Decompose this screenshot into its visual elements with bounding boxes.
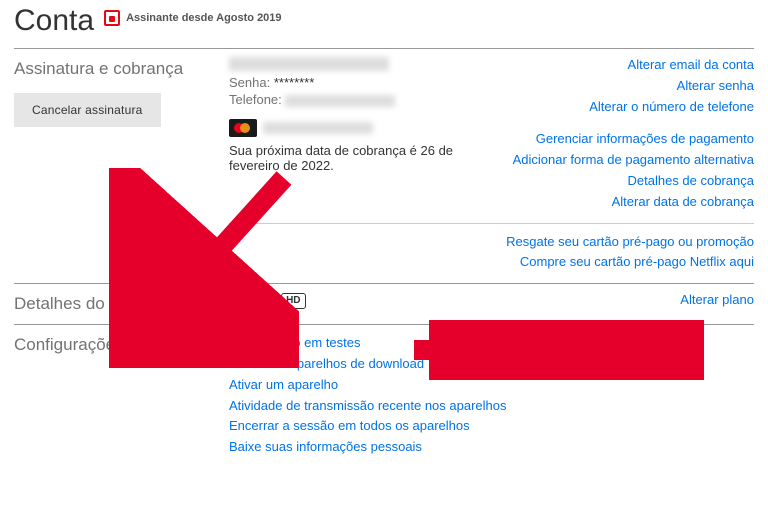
member-since-text: Assinante desde Agosto 2019 — [126, 12, 281, 24]
section-label-settings: Configurações — [14, 331, 229, 355]
link-sign-out-all[interactable]: Encerrar a sessão em todos os aparelhos — [229, 416, 746, 437]
next-billing-text: Sua próxima data de cobrança é 26 de fev… — [229, 143, 505, 173]
sub-divider — [229, 223, 754, 224]
link-recent-streaming[interactable]: Atividade de transmissão recente nos apa… — [229, 396, 746, 417]
link-manage-download-devices[interactable]: Gerenciar aparelhos de download — [229, 354, 746, 375]
link-change-password[interactable]: Alterar senha — [513, 76, 754, 97]
section-settings: Configurações Participação em testes Ger… — [14, 331, 754, 458]
divider — [14, 324, 754, 325]
email-value-redacted — [229, 57, 389, 71]
link-billing-details[interactable]: Detalhes de cobrança — [513, 171, 754, 192]
mastercard-icon — [229, 119, 257, 137]
section-membership: Assinatura e cobrança Cancelar assinatur… — [14, 55, 754, 213]
link-download-info[interactable]: Baixe suas informações pessoais — [229, 437, 746, 458]
settings-links: Participação em testes Gerenciar aparelh… — [229, 331, 746, 458]
member-since-badge: Assinante desde Agosto 2019 — [104, 10, 281, 26]
password-value: ******** — [274, 75, 314, 90]
account-page: Conta Assinante desde Agosto 2019 Assina… — [14, 0, 754, 458]
section-plan: Detalhes do plano Padrão HD Alterar plan… — [14, 290, 754, 314]
hd-badge: HD — [281, 293, 305, 309]
page-title: Conta — [14, 4, 94, 38]
divider — [14, 48, 754, 49]
link-redeem[interactable]: Resgate seu cartão pré-pago ou promoção — [506, 232, 754, 253]
card-number-redacted — [263, 122, 373, 134]
phone-value-redacted — [285, 95, 395, 107]
section-label-plan: Detalhes do plano — [14, 290, 229, 314]
password-label: Senha: — [229, 75, 270, 90]
link-change-phone[interactable]: Alterar o número de telefone — [513, 97, 754, 118]
section-label-membership: Assinatura e cobrança Cancelar assinatur… — [14, 55, 229, 127]
giftcard-links: Resgate seu cartão pré-pago ou promoção … — [506, 232, 754, 274]
link-manage-payment[interactable]: Gerenciar informações de pagamento — [513, 129, 754, 150]
link-buy-giftcard[interactable]: Compre seu cartão pré-pago Netflix aqui — [506, 252, 754, 273]
section-giftcard: Resgate seu cartão pré-pago ou promoção … — [14, 232, 754, 274]
membership-links-col: Alterar email da conta Alterar senha Alt… — [513, 55, 754, 213]
link-change-plan[interactable]: Alterar plano — [680, 290, 754, 311]
plan-info: Padrão HD — [229, 290, 672, 311]
membership-info: Senha: ******** Telefone: Sua próxima da… — [229, 55, 505, 213]
link-add-backup-payment[interactable]: Adicionar forma de pagamento alternativa — [513, 150, 754, 171]
phone-label: Telefone: — [229, 92, 282, 107]
link-test-participation[interactable]: Participação em testes — [229, 333, 746, 354]
plan-name: Padrão — [229, 293, 273, 308]
cancel-subscription-button[interactable]: Cancelar assinatura — [14, 93, 161, 127]
payment-method — [229, 119, 505, 137]
link-change-billing-day[interactable]: Alterar data de cobrança — [513, 192, 754, 213]
link-activate-device[interactable]: Ativar um aparelho — [229, 375, 746, 396]
link-change-email[interactable]: Alterar email da conta — [513, 55, 754, 76]
calendar-icon — [104, 10, 120, 26]
divider — [14, 283, 754, 284]
page-header: Conta Assinante desde Agosto 2019 — [14, 0, 754, 38]
